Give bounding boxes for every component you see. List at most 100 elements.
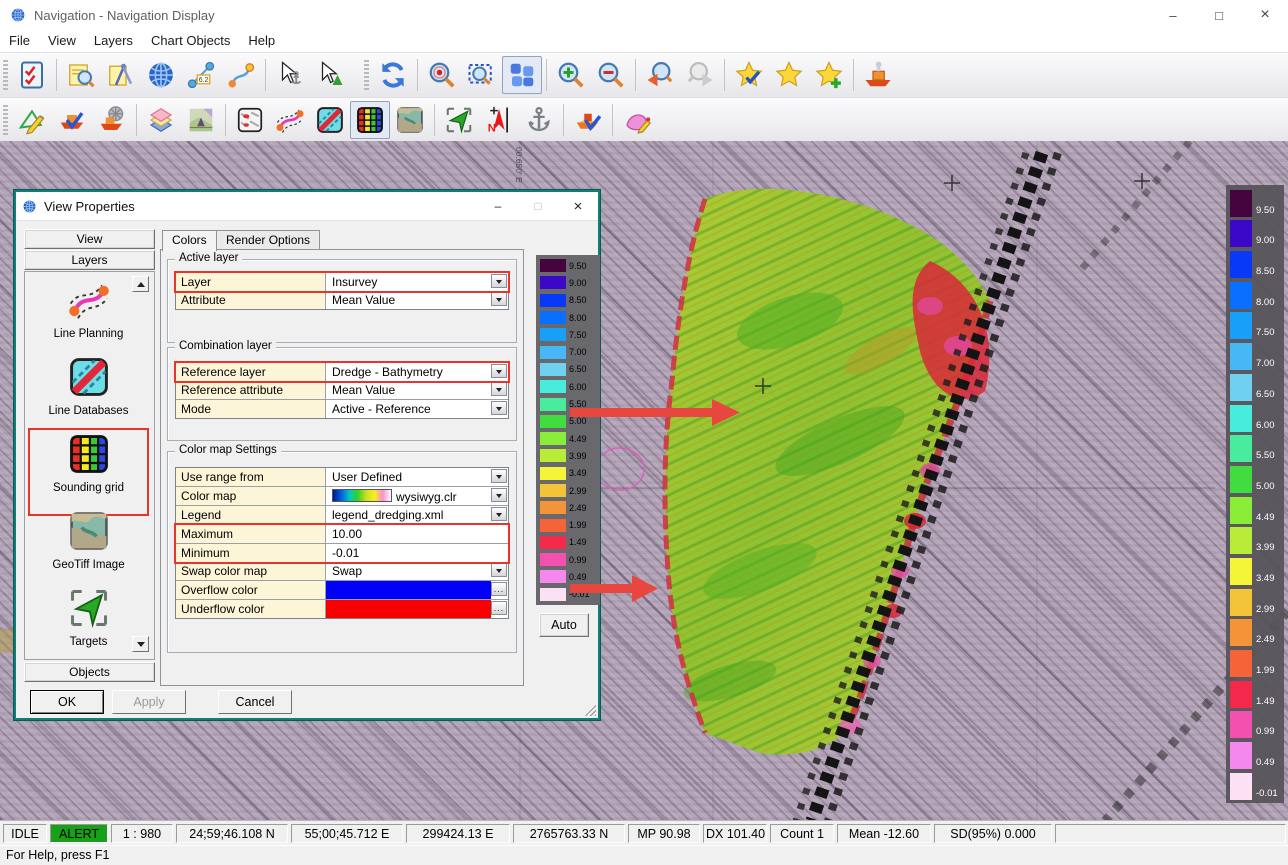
toolbar-grip[interactable] bbox=[364, 60, 369, 90]
dropdown-button[interactable] bbox=[491, 274, 507, 288]
dialog-title-bar[interactable]: View Properties – □ × bbox=[16, 192, 598, 221]
route-button[interactable] bbox=[221, 56, 261, 94]
layer-item-geotiff-image[interactable]: GeoTiff Image bbox=[32, 509, 145, 589]
property-value-legend[interactable]: legend_dredging.xml bbox=[326, 506, 508, 524]
dropdown-button[interactable] bbox=[491, 507, 507, 521]
compass-button[interactable] bbox=[101, 56, 141, 94]
layers-stack-button[interactable] bbox=[141, 101, 181, 139]
tab-colors[interactable]: Colors bbox=[162, 230, 217, 251]
layer-item-sounding-grid[interactable]: Sounding grid bbox=[32, 432, 145, 512]
doc-search-button[interactable] bbox=[61, 56, 101, 94]
menu-help[interactable]: Help bbox=[239, 30, 284, 52]
dropdown-button[interactable] bbox=[491, 469, 507, 483]
geotiff-button[interactable] bbox=[390, 101, 430, 139]
close-button[interactable]: × bbox=[1242, 0, 1288, 30]
star-button[interactable] bbox=[769, 56, 809, 94]
toolbar-separator bbox=[265, 59, 266, 91]
color-picker-button[interactable]: ... bbox=[491, 601, 507, 615]
dialog-close-button[interactable]: × bbox=[558, 192, 598, 220]
chart-boat-button[interactable] bbox=[181, 101, 221, 139]
property-label: Underflow color bbox=[176, 600, 326, 618]
measure-button[interactable]: 6.2 bbox=[181, 56, 221, 94]
anchor-button[interactable] bbox=[519, 101, 559, 139]
group-colormap-settings: Color map Settings Use range fromUser De… bbox=[167, 451, 517, 653]
property-value-layer[interactable]: Insurvey bbox=[326, 273, 508, 291]
dropdown-button[interactable] bbox=[491, 292, 507, 306]
cancel-button[interactable]: Cancel bbox=[218, 690, 292, 714]
property-value-reference-layer[interactable]: Dredge - Bathymetry bbox=[326, 363, 508, 381]
objects-panel-button[interactable]: Objects bbox=[24, 662, 155, 682]
legend-entry: 7.50 bbox=[540, 326, 600, 343]
minimize-button[interactable]: – bbox=[1150, 0, 1196, 30]
property-row: Swap color mapSwap bbox=[176, 562, 508, 581]
north-arrow-button[interactable]: N bbox=[479, 101, 519, 139]
boat-sonar-button[interactable] bbox=[92, 101, 132, 139]
line-db-button[interactable] bbox=[310, 101, 350, 139]
ok-button[interactable]: OK bbox=[30, 690, 104, 714]
layers-panel-button[interactable]: Layers bbox=[24, 250, 155, 270]
tab-render-options[interactable]: Render Options bbox=[216, 230, 320, 249]
scroll-down-button[interactable] bbox=[132, 636, 149, 652]
anchor-cursor-button[interactable] bbox=[270, 56, 310, 94]
property-row: Reference attributeMean Value bbox=[176, 381, 508, 400]
scroll-up-button[interactable] bbox=[132, 276, 149, 292]
property-value-swap-color-map[interactable]: Swap bbox=[326, 562, 508, 580]
zoom-target-button[interactable] bbox=[422, 56, 462, 94]
menu-layers[interactable]: Layers bbox=[85, 30, 142, 52]
property-value-color-map[interactable]: wysiwyg.clr bbox=[326, 487, 508, 505]
auto-button[interactable]: Auto bbox=[539, 613, 589, 637]
property-value-maximum[interactable]: 10.00 bbox=[326, 525, 508, 543]
globe-button[interactable] bbox=[141, 56, 181, 94]
zoom-prev-button[interactable] bbox=[640, 56, 680, 94]
dialog-minimize-button[interactable]: – bbox=[478, 192, 518, 220]
toolbar-grip[interactable] bbox=[3, 60, 8, 90]
property-value-attribute[interactable]: Mean Value bbox=[326, 291, 508, 309]
color-picker-button[interactable]: ... bbox=[491, 582, 507, 596]
menu-chart-objects[interactable]: Chart Objects bbox=[142, 30, 239, 52]
star-check-button[interactable] bbox=[729, 56, 769, 94]
zoom-out-button[interactable] bbox=[591, 56, 631, 94]
target-arrow-button[interactable] bbox=[439, 101, 479, 139]
sounding-grid-button[interactable] bbox=[350, 101, 390, 139]
legend-entry: 8.00 bbox=[540, 309, 600, 326]
dropdown-button[interactable] bbox=[491, 563, 507, 577]
refresh-button[interactable] bbox=[373, 56, 413, 94]
star-add-button[interactable] bbox=[809, 56, 849, 94]
property-value-mode[interactable]: Active - Reference bbox=[326, 400, 508, 418]
layer-item-targets[interactable]: Targets bbox=[32, 586, 145, 660]
ship-button[interactable] bbox=[858, 56, 898, 94]
annotation-box: Maximum10.00Minimum-0.01 bbox=[176, 525, 508, 562]
echo-edit-button[interactable] bbox=[617, 101, 657, 139]
property-value-underflow-color[interactable]: ... bbox=[326, 600, 508, 618]
view-panel-button[interactable]: View bbox=[24, 229, 155, 249]
zoom-window-button[interactable] bbox=[462, 56, 502, 94]
maximize-button[interactable]: □ bbox=[1196, 0, 1242, 30]
dropdown-button[interactable] bbox=[491, 401, 507, 415]
track-lines-button[interactable] bbox=[270, 101, 310, 139]
resize-grip[interactable] bbox=[583, 703, 596, 716]
pan-button[interactable] bbox=[502, 56, 542, 94]
dropdown-button[interactable] bbox=[491, 488, 507, 502]
view-properties-dialog: View Properties – □ × View Layers Line P… bbox=[14, 190, 600, 720]
zoom-in-button[interactable] bbox=[551, 56, 591, 94]
dropdown-button[interactable] bbox=[491, 364, 507, 378]
dropdown-button[interactable] bbox=[491, 382, 507, 396]
layer-item-line-databases[interactable]: Line Databases bbox=[32, 355, 145, 435]
toolbar-grip[interactable] bbox=[3, 105, 8, 135]
dredge-boat-button[interactable] bbox=[568, 101, 608, 139]
seabed-image-button[interactable] bbox=[230, 101, 270, 139]
menu-view[interactable]: View bbox=[39, 30, 85, 52]
menu-file[interactable]: File bbox=[0, 30, 39, 52]
status-cell-11: SD(95%) 0.000 bbox=[934, 824, 1052, 843]
star-icon bbox=[774, 60, 804, 90]
legend-entry: 1.49 bbox=[540, 534, 600, 551]
edit-drawing-button[interactable] bbox=[12, 101, 52, 139]
layer-item-line-planning[interactable]: Line Planning bbox=[32, 278, 145, 358]
property-value-use-range-from[interactable]: User Defined bbox=[326, 468, 508, 486]
property-value-overflow-color[interactable]: ... bbox=[326, 581, 508, 599]
boat-check-button[interactable] bbox=[52, 101, 92, 139]
property-value-reference-attribute[interactable]: Mean Value bbox=[326, 381, 508, 399]
property-value-minimum[interactable]: -0.01 bbox=[326, 544, 508, 562]
checklist-button[interactable] bbox=[12, 56, 52, 94]
target-cursor-button[interactable] bbox=[310, 56, 350, 94]
